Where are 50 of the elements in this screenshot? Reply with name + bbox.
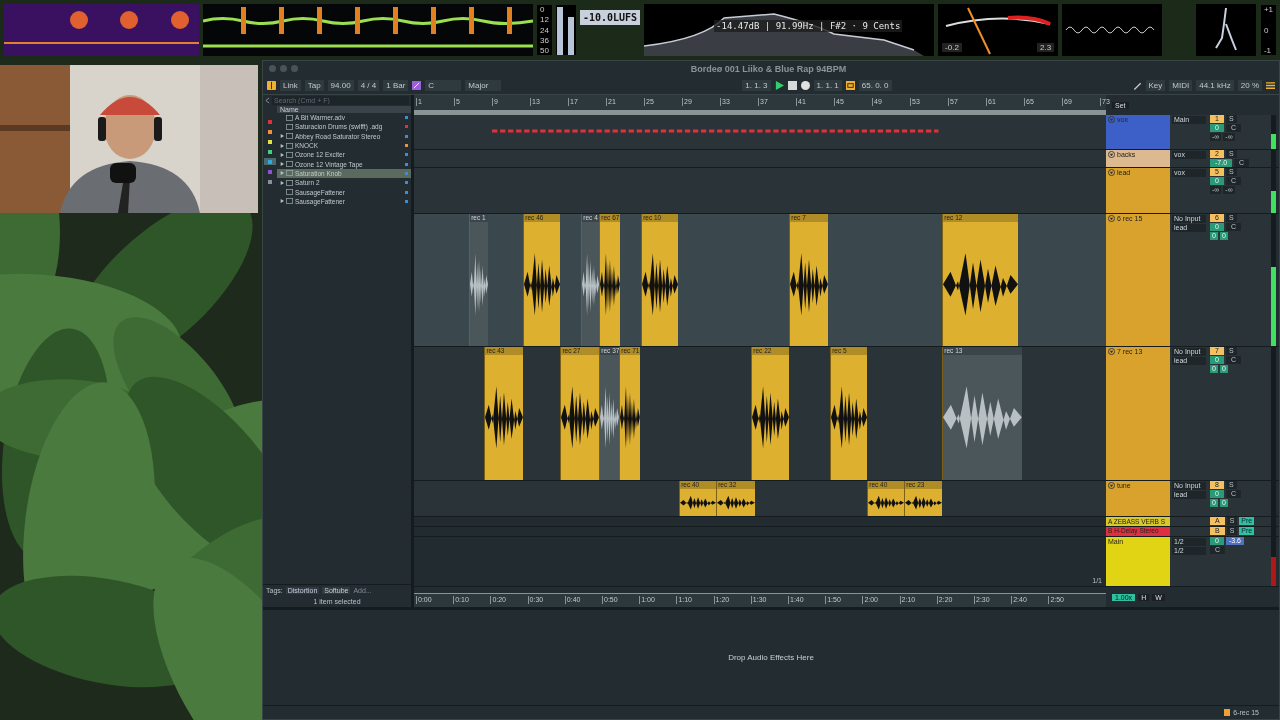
expand-arrow-icon[interactable] bbox=[280, 199, 284, 204]
scale-icon[interactable] bbox=[412, 80, 422, 90]
root-note-dropdown[interactable]: C bbox=[425, 79, 462, 91]
vu-reading: 2.3 bbox=[1036, 43, 1055, 52]
window-title: Bordeø 001 Liiko & Blue Rap 94BPM bbox=[689, 63, 848, 74]
stop-icon[interactable] bbox=[787, 80, 797, 90]
fold-icon[interactable] bbox=[1108, 481, 1115, 489]
meter-scale-label: 0 bbox=[540, 5, 546, 14]
pencil-icon[interactable] bbox=[1132, 80, 1142, 90]
record-icon[interactable] bbox=[800, 80, 810, 90]
loop-length-field[interactable]: 65. 0. 0 bbox=[858, 79, 892, 91]
expand-arrow-icon[interactable] bbox=[280, 143, 284, 148]
fold-icon[interactable] bbox=[1108, 214, 1115, 222]
meter-scale-label: 36 bbox=[540, 35, 549, 45]
loop-start-field[interactable]: 1. 1. 1 bbox=[813, 79, 842, 91]
view-toggle-icon[interactable] bbox=[267, 80, 276, 90]
loudness-readout: -10.0LUFS bbox=[579, 10, 641, 25]
control-bar-button[interactable]: Link bbox=[280, 79, 301, 91]
meter-scale-label: 24 bbox=[540, 25, 549, 35]
spectrum-readout: -14.47dB | 91.99Hz | F#2 · 9 Cents bbox=[714, 20, 903, 32]
meter-scale-label: 50 bbox=[540, 46, 549, 55]
back-icon[interactable] bbox=[265, 97, 270, 104]
scope-scale-label: 0 bbox=[1263, 25, 1270, 35]
expand-arrow-icon[interactable] bbox=[280, 134, 284, 139]
goniometer-drawing bbox=[1196, 4, 1257, 56]
expand-arrow-icon[interactable] bbox=[280, 152, 284, 157]
fold-icon[interactable] bbox=[1108, 348, 1115, 356]
meter-scale-label: 12 bbox=[540, 15, 549, 25]
scope-scale-label: +1 bbox=[1263, 5, 1273, 14]
control-bar-button[interactable]: Tap bbox=[304, 79, 324, 91]
drop-hint: Drop Audio Effects Here bbox=[728, 653, 814, 662]
scope-scale-label: -1 bbox=[1263, 46, 1272, 55]
control-bar-button[interactable]: 4 / 4 bbox=[357, 79, 380, 91]
expand-arrow-icon[interactable] bbox=[280, 180, 284, 185]
level-meter-drawing bbox=[555, 5, 576, 55]
position-field[interactable]: 1. 1. 3 bbox=[742, 79, 771, 91]
scale-dropdown[interactable]: Major bbox=[465, 79, 502, 91]
fold-icon[interactable] bbox=[1108, 169, 1115, 177]
loop-icon[interactable] bbox=[845, 80, 855, 90]
menu-icon[interactable] bbox=[1266, 80, 1275, 90]
control-bar-button[interactable]: 1 Bar bbox=[383, 79, 409, 91]
control-bar-button[interactable]: MIDI bbox=[1169, 79, 1193, 91]
control-bar-button[interactable]: 94.00 bbox=[327, 79, 354, 91]
expand-arrow-icon[interactable] bbox=[280, 162, 284, 167]
fold-icon[interactable] bbox=[1108, 151, 1115, 159]
control-bar-button[interactable]: 20 % bbox=[1237, 79, 1262, 91]
control-bar-button[interactable]: Key bbox=[1145, 79, 1166, 91]
control-bar-button[interactable]: 44.1 kHz bbox=[1196, 79, 1234, 91]
vu-reading: -0.2 bbox=[942, 43, 962, 52]
play-icon[interactable] bbox=[774, 80, 784, 90]
